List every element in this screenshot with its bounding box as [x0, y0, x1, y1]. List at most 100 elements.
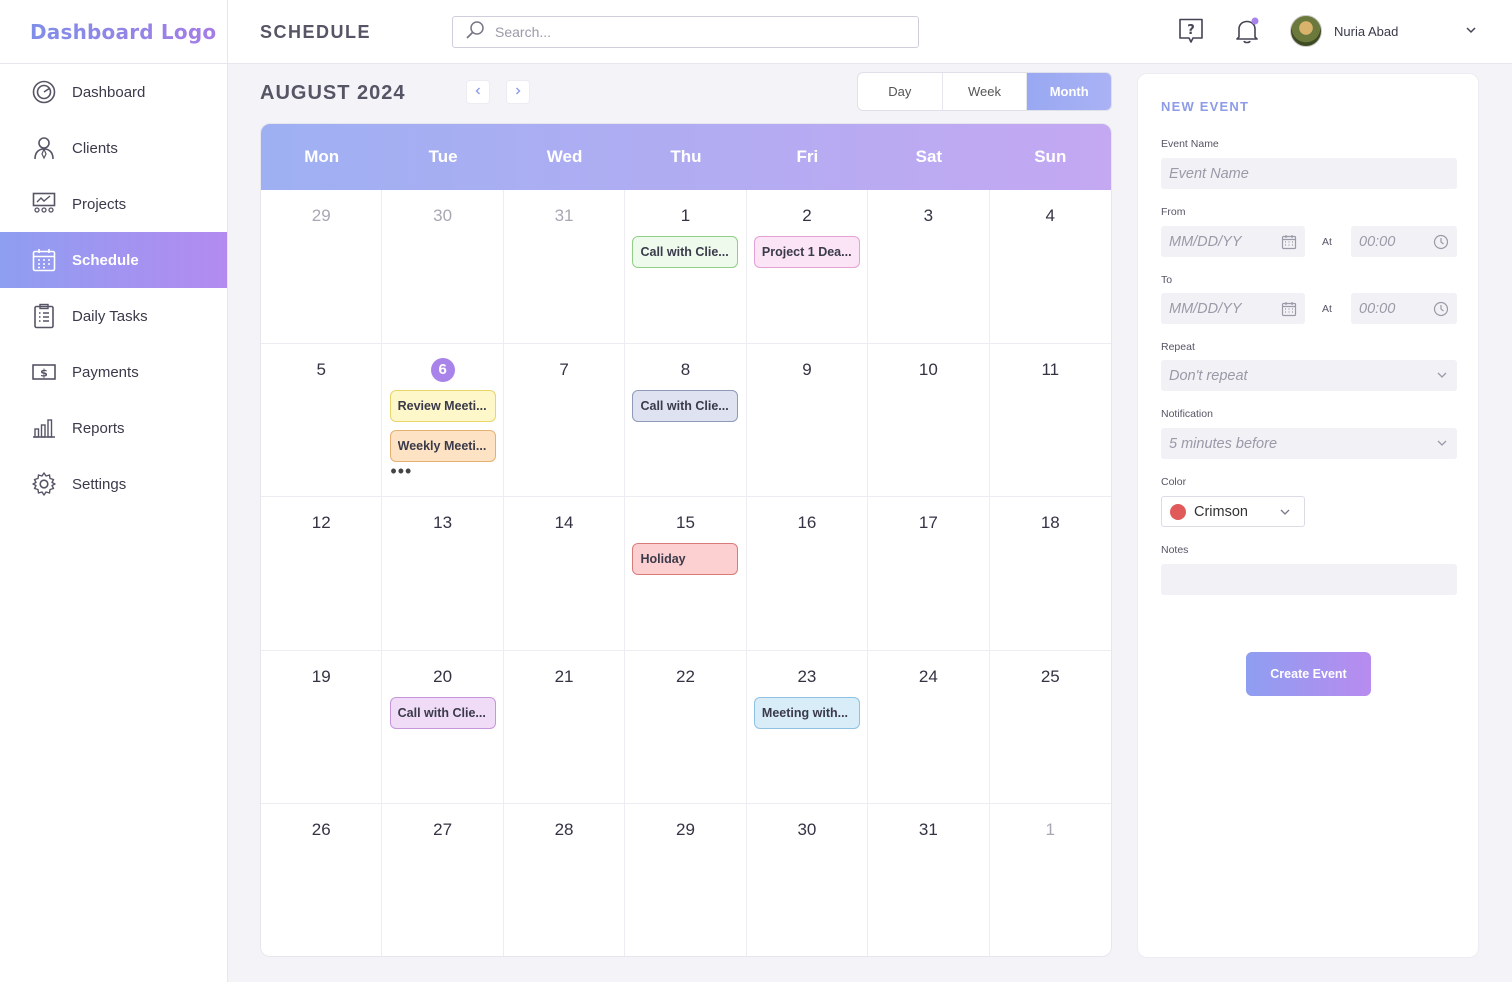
calendar-day[interactable]: 24 [868, 650, 990, 805]
calendar-day[interactable]: 3 [868, 190, 990, 344]
calendar-day[interactable]: 20 Call with Clie... [382, 650, 504, 805]
next-month-button[interactable] [506, 80, 530, 104]
weekday-label: Tue [428, 147, 458, 166]
day-number: 1 [680, 206, 691, 225]
calendar-day[interactable]: 2 Project 1 Dea... [746, 190, 869, 344]
weekday-label: Mon [304, 147, 340, 166]
calendar-day[interactable]: 14 [503, 497, 626, 651]
day-number: 18 [1040, 513, 1060, 533]
calendar-day[interactable]: 11 [989, 344, 1111, 498]
event-label: Project 1 Dea... [761, 245, 852, 259]
from-time-input[interactable]: 00:00 [1351, 226, 1457, 257]
calendar-day[interactable]: 18 [989, 497, 1111, 651]
calendar-day[interactable]: 29 [261, 190, 383, 344]
calendar-day[interactable]: 23 Meeting with... [746, 650, 869, 805]
calendar-icon[interactable] [1281, 301, 1297, 321]
calendar-event[interactable]: Call with Clie... [632, 389, 739, 422]
calendar-day[interactable]: 21 [503, 650, 626, 805]
calendar-day[interactable]: 29 [625, 804, 747, 956]
color-select[interactable]: Crimson [1161, 496, 1305, 527]
calendar-day[interactable]: 10 [868, 343, 990, 498]
more-events-icon[interactable]: ••• [390, 462, 412, 480]
calendar-event[interactable]: Call with Clie... [389, 696, 496, 729]
calendar-day[interactable]: 26 [261, 804, 383, 956]
notification-bell-icon[interactable] [1232, 16, 1262, 46]
sidebar-nav: Dashboard Clients Projects Schedule Dail… [0, 64, 227, 512]
calendar-day[interactable]: 31 [868, 804, 990, 956]
sidebar-item-payments[interactable]: $ Payments [0, 344, 227, 400]
sidebar-item-daily-tasks[interactable]: Daily Tasks [0, 288, 227, 344]
create-event-button[interactable]: Create Event [1246, 652, 1371, 696]
clock-icon[interactable] [1433, 301, 1449, 321]
chevron-down-icon[interactable] [1464, 23, 1478, 42]
view-week-button[interactable]: Week [943, 73, 1028, 110]
event-name-input[interactable]: Event Name [1161, 158, 1457, 189]
view-day-button[interactable]: Day [858, 73, 943, 110]
calendar-day[interactable]: 28 [504, 804, 626, 956]
calendar-day[interactable]: 19 [261, 650, 383, 805]
sidebar: Dashboard Logo Dashboard Clients Project… [0, 0, 228, 982]
prev-month-button[interactable] [466, 80, 490, 104]
calendar-event[interactable]: Review Meeti... [389, 389, 496, 422]
to-date-input[interactable]: MM/DD/YY [1161, 293, 1305, 324]
calendar-day[interactable]: 17 [868, 497, 990, 651]
sidebar-item-reports[interactable]: Reports [0, 400, 227, 456]
day-number: 31 [918, 820, 938, 840]
calendar-event[interactable]: Holiday [632, 543, 739, 576]
from-date-input[interactable]: MM/DD/YY [1161, 226, 1305, 257]
search-box[interactable] [452, 16, 919, 48]
calendar-day[interactable]: 5 [261, 343, 383, 498]
sidebar-item-schedule[interactable]: Schedule [0, 232, 227, 288]
calendar-day[interactable]: 1 Call with Clie... [625, 190, 747, 344]
view-month-button[interactable]: Month [1027, 73, 1111, 110]
calendar-day[interactable]: 1 [990, 804, 1111, 956]
help-icon[interactable]: ? [1176, 16, 1206, 46]
search-input[interactable] [495, 24, 895, 40]
weekday-label: Sun [1034, 147, 1067, 166]
month-label: AUGUST 2024 [260, 82, 406, 104]
to-time-input[interactable]: 00:00 [1351, 293, 1457, 324]
calendar-day[interactable]: 4 [989, 190, 1111, 344]
calendar-event[interactable]: Call with Clie... [632, 236, 739, 268]
user-menu[interactable]: Nuria Abad [1290, 15, 1476, 47]
calendar-event[interactable]: Project 1 Dea... [753, 236, 860, 268]
notification-label: Notification [1161, 408, 1213, 420]
calendar-day[interactable]: 16 [746, 497, 869, 651]
notes-input[interactable] [1161, 564, 1457, 595]
calendar-day[interactable]: 12 [261, 497, 383, 651]
new-event-title: NEW EVENT [1161, 99, 1250, 114]
weekday-header: Mon Tue Wed Thu Fri Sat Sun [261, 124, 1111, 190]
calendar-day[interactable]: 30 [747, 804, 869, 956]
avatar [1290, 15, 1322, 47]
dashboard-logo[interactable]: Dashboard Logo [30, 20, 216, 44]
calendar-day[interactable]: 7 [503, 343, 626, 498]
calendar-day[interactable]: 22 [625, 650, 747, 805]
event-label: Holiday [640, 552, 686, 567]
sidebar-item-clients[interactable]: Clients [0, 120, 227, 176]
day-number: 24 [918, 666, 938, 686]
calendar-icon[interactable] [1281, 234, 1297, 254]
calendar-day[interactable]: 9 [746, 343, 869, 498]
notification-select[interactable]: 5 minutes before [1161, 428, 1457, 459]
calendar-day[interactable]: 15 Holiday [625, 497, 747, 651]
weekday-label: Fri [796, 147, 819, 166]
day-number: 8 [680, 359, 691, 379]
calendar-day[interactable]: 25 [989, 651, 1111, 805]
calendar-day-today[interactable]: 6 Review Meeti... Weekly Meeti... ••• [382, 343, 504, 498]
from-at-label: At [1322, 236, 1332, 248]
calendar-event[interactable]: Meeting with... [753, 696, 860, 729]
sidebar-item-settings[interactable]: Settings [0, 456, 227, 512]
calendar-day[interactable]: 27 [382, 804, 504, 956]
calendar-day[interactable]: 8 Call with Clie... [625, 343, 747, 498]
day-number: 26 [311, 820, 331, 840]
calendar-day[interactable]: 13 [382, 497, 504, 651]
event-label: Call with Clie... [640, 245, 729, 259]
repeat-select[interactable]: Don't repeat [1161, 360, 1457, 391]
sidebar-item-projects[interactable]: Projects [0, 176, 227, 232]
calendar-event[interactable]: Weekly Meeti... [389, 429, 496, 462]
sidebar-item-dashboard[interactable]: Dashboard [0, 64, 227, 120]
clock-icon[interactable] [1433, 234, 1449, 254]
month-calendar: Mon Tue Wed Thu Fri Sat Sun 29 30 31 1 Call … [260, 123, 1112, 957]
calendar-day[interactable]: 30 [382, 190, 504, 344]
calendar-day[interactable]: 31 [503, 190, 626, 344]
